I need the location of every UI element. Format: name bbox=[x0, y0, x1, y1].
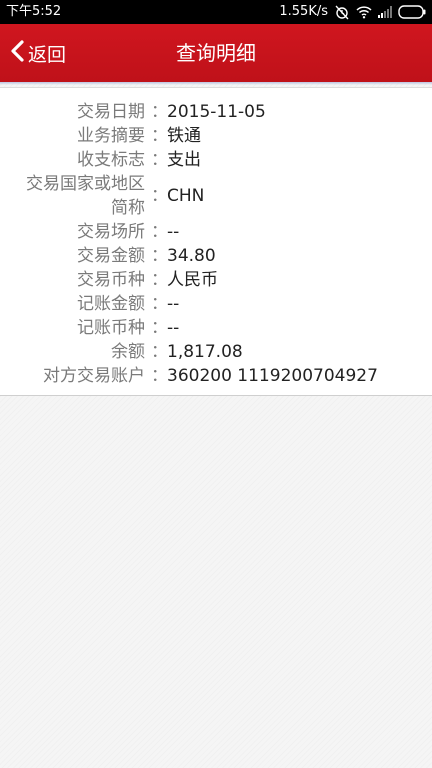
detail-value: 人民币 bbox=[167, 270, 218, 290]
detail-label: 余额 bbox=[111, 342, 145, 362]
detail-value: -- bbox=[167, 222, 180, 242]
detail-label: 对方交易账户 bbox=[43, 366, 145, 386]
detail-label: 记账币种 bbox=[77, 318, 145, 338]
detail-value: CHN bbox=[167, 186, 205, 206]
detail-colon: ： bbox=[151, 102, 168, 122]
detail-colon: ： bbox=[151, 366, 168, 386]
detail-label: 收支标志 bbox=[77, 150, 145, 170]
detail-colon: ： bbox=[151, 342, 168, 362]
back-button[interactable]: 返回 bbox=[10, 24, 66, 82]
detail-label: 交易币种 bbox=[77, 270, 145, 290]
detail-colon: ： bbox=[151, 150, 168, 170]
detail-colon: ： bbox=[151, 246, 168, 266]
detail-value: 360200 1119200704927 bbox=[167, 366, 378, 386]
status-bar: 下午5:52 1.55K/s bbox=[0, 0, 432, 24]
detail-label-line2: 简称 bbox=[111, 198, 145, 218]
detail-card: 交易日期 ： 2015-11-05 业务摘要 ： 铁通 收支标志 ： 支出 交易… bbox=[0, 87, 432, 396]
detail-value: 2015-11-05 bbox=[167, 102, 266, 122]
detail-value: 铁通 bbox=[167, 126, 201, 146]
chevron-left-icon bbox=[10, 40, 24, 66]
detail-row-country: 交易国家或地区 简称 ： CHN bbox=[0, 172, 432, 220]
detail-value: -- bbox=[167, 294, 180, 314]
detail-colon: ： bbox=[151, 222, 168, 242]
title-bar: 返回 查询明细 bbox=[0, 24, 432, 82]
detail-colon: ： bbox=[151, 294, 168, 314]
status-time: 下午5:52 bbox=[6, 4, 62, 19]
detail-colon: ： bbox=[151, 270, 168, 290]
status-icons: 1.55K/s bbox=[279, 0, 426, 24]
detail-label: 交易场所 bbox=[77, 222, 145, 242]
alarm-off-icon bbox=[334, 4, 350, 20]
detail-value: -- bbox=[167, 318, 180, 338]
detail-value: 支出 bbox=[167, 150, 201, 170]
detail-value: 34.80 bbox=[167, 246, 216, 266]
detail-colon: ： bbox=[151, 126, 168, 146]
signal-icon bbox=[378, 6, 392, 18]
detail-label-line1: 交易国家或地区 bbox=[26, 174, 145, 194]
battery-icon bbox=[398, 5, 426, 19]
detail-label: 记账金额 bbox=[77, 294, 145, 314]
detail-value: 1,817.08 bbox=[167, 342, 243, 362]
detail-label: 交易日期 bbox=[77, 102, 145, 122]
detail-label: 交易金额 bbox=[77, 246, 145, 266]
back-label: 返回 bbox=[28, 43, 67, 66]
detail-label: 业务摘要 bbox=[77, 126, 145, 146]
wifi-icon bbox=[356, 5, 372, 19]
header-divider bbox=[0, 82, 432, 85]
detail-colon: ： bbox=[151, 318, 168, 338]
network-speed: 1.55K/s bbox=[279, 4, 328, 19]
detail-colon: ： bbox=[151, 186, 168, 206]
